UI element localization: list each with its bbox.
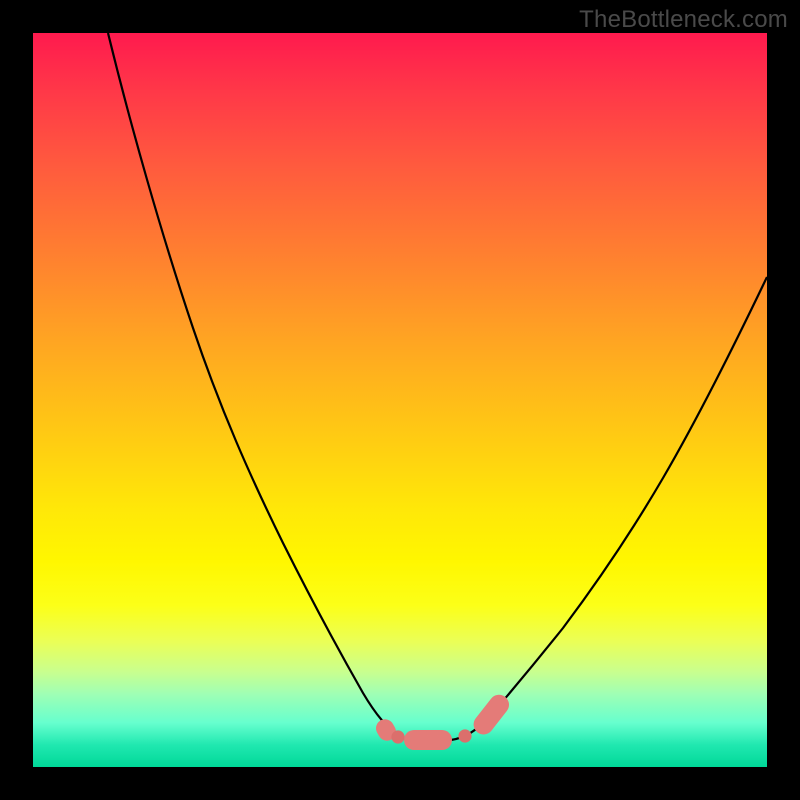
- marker-pill-center: [404, 730, 452, 750]
- plot-area: [33, 33, 767, 767]
- bottleneck-curve: [108, 33, 767, 741]
- marker-dot-right: [458, 729, 471, 742]
- chart-svg: [33, 33, 767, 767]
- attribution-label: TheBottleneck.com: [579, 6, 788, 34]
- marker-dot-left: [391, 730, 404, 743]
- floor-markers: [373, 691, 513, 750]
- outer-frame: TheBottleneck.com: [0, 0, 800, 800]
